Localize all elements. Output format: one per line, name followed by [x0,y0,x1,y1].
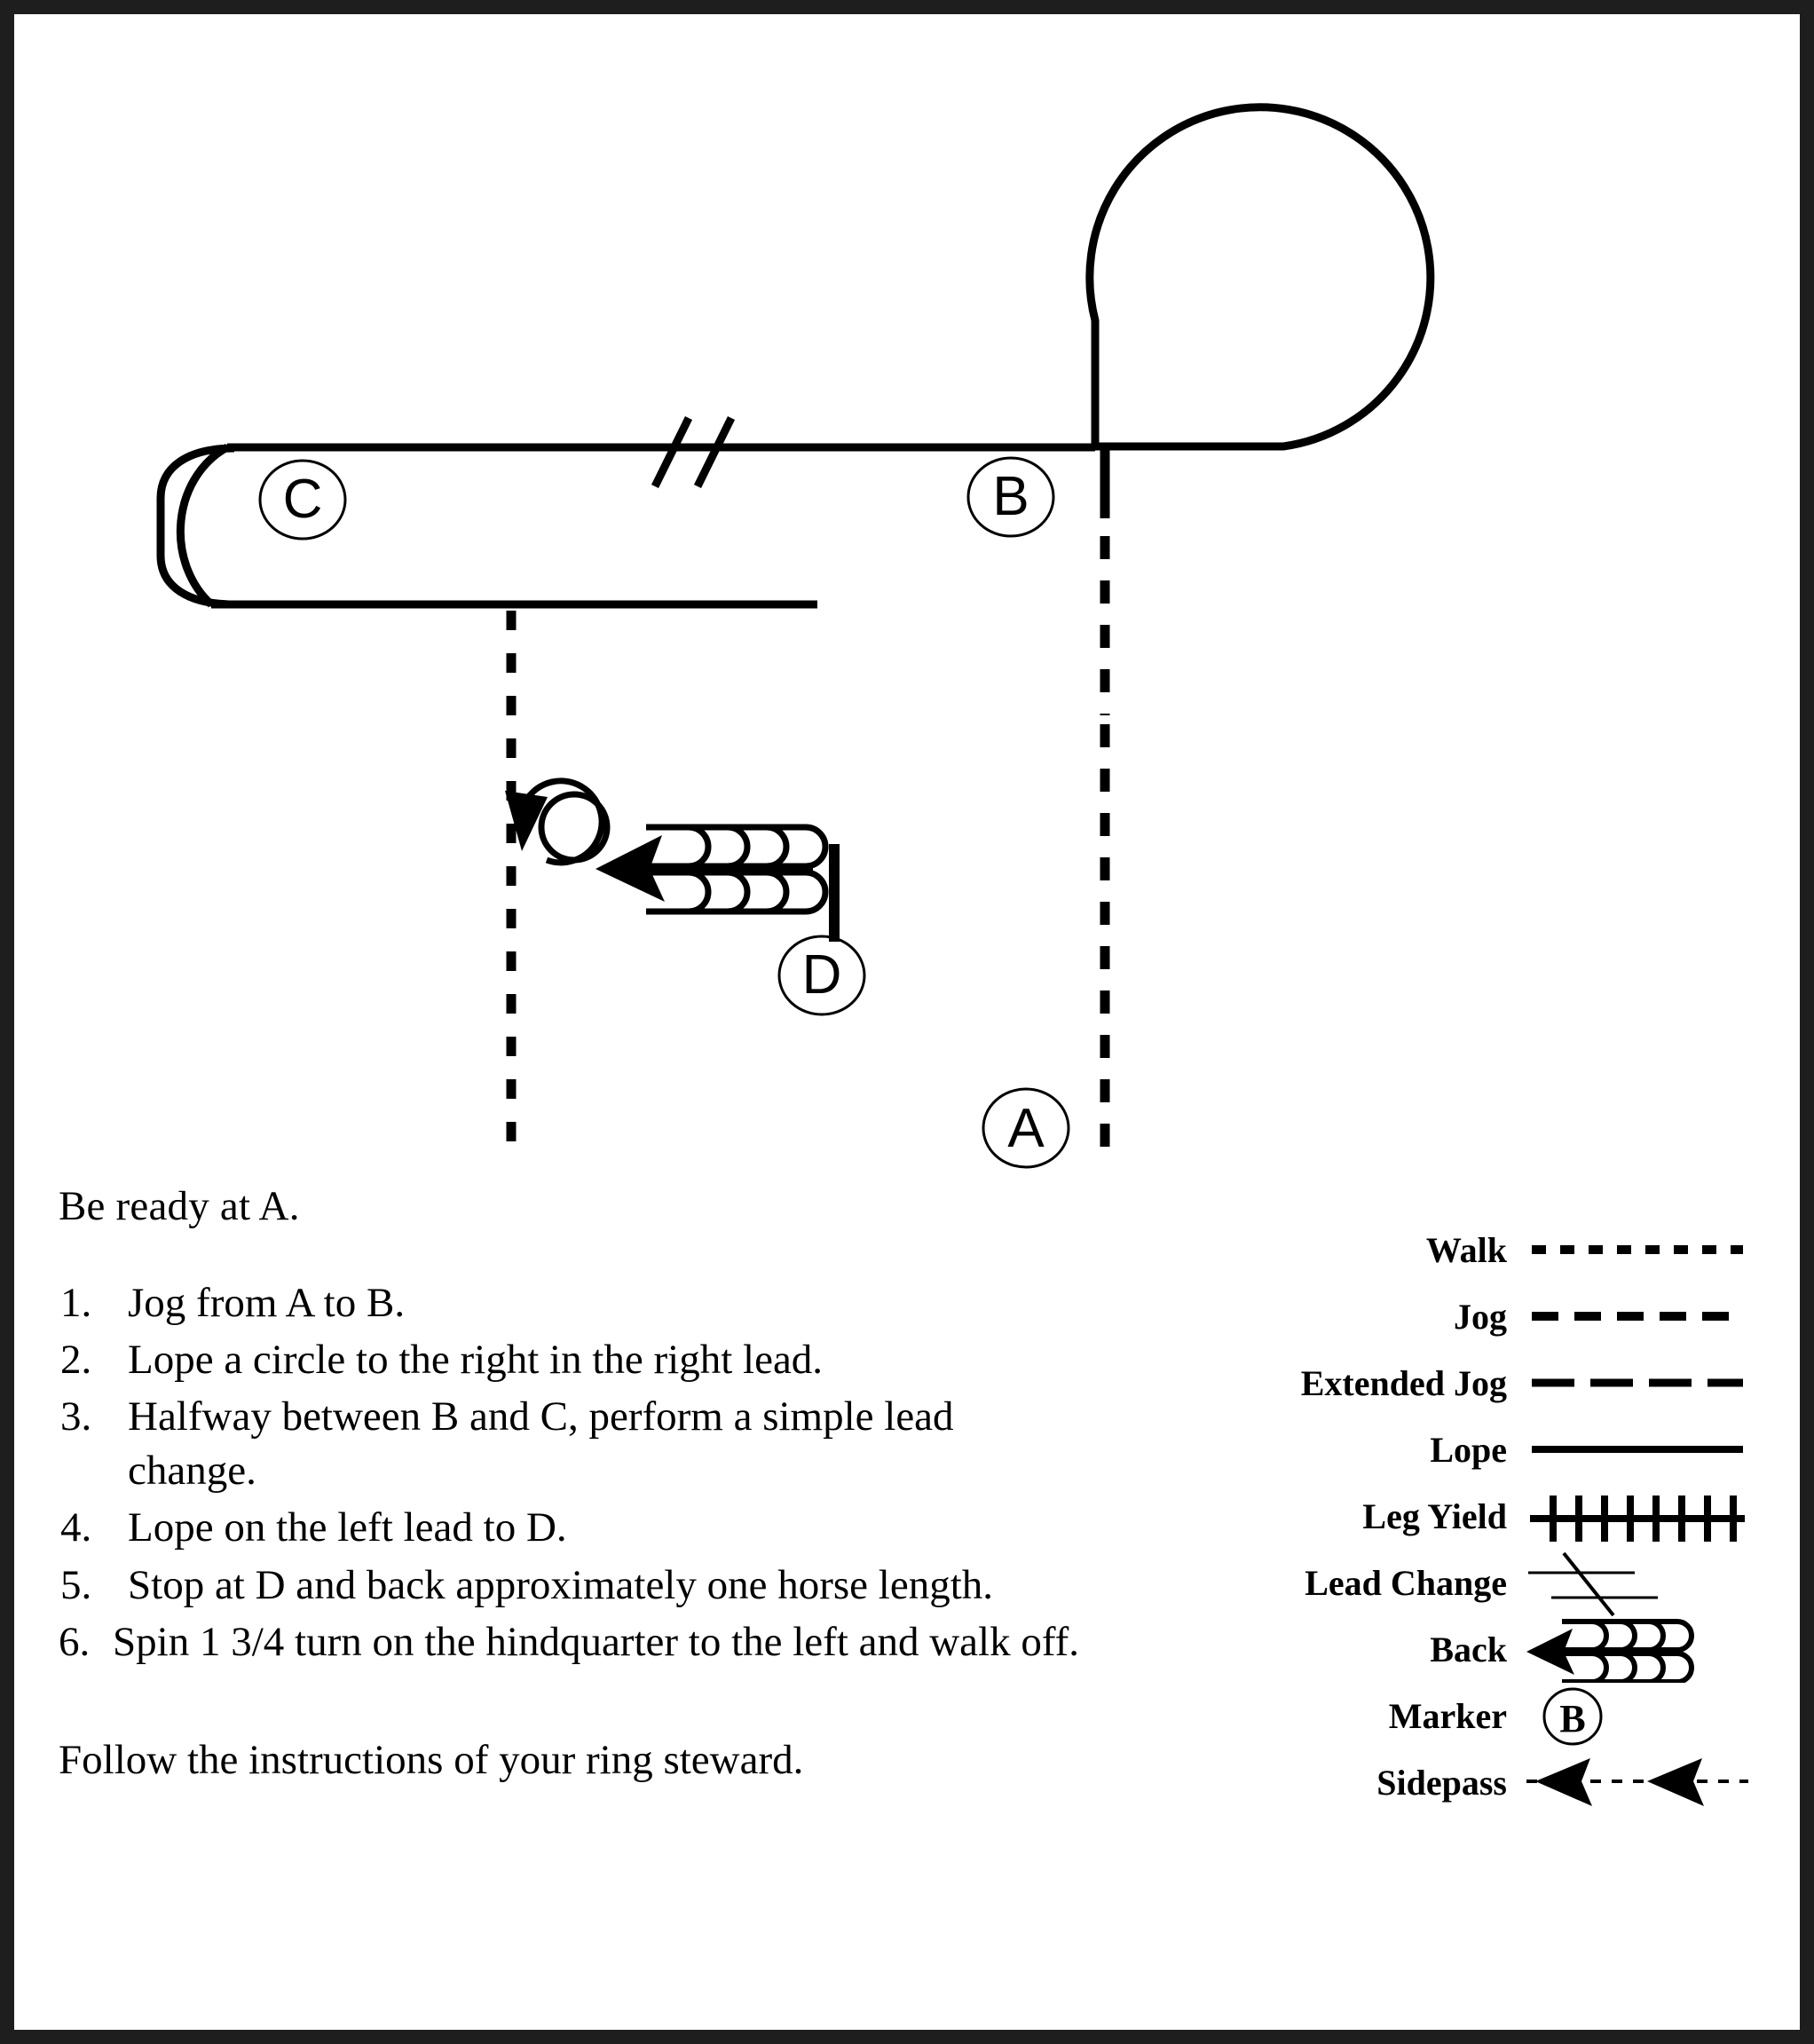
step-text: Lope on the left lead to D. [128,1504,567,1551]
list-item: 3. Halfway between B and C, perform a si… [59,1390,1088,1498]
legend-label: Leg Yield [1362,1496,1507,1536]
marker-example-label: B [1559,1697,1585,1740]
list-item: 6. Spin 1 3/4 turn on the hindquarter to… [59,1615,1088,1669]
legend-label: Lope [1430,1430,1507,1470]
legend-label: Lead Change [1305,1563,1507,1603]
back-icon [1526,1616,1748,1683]
marker-a: A [982,1087,1070,1169]
step-number: 2. [60,1337,92,1384]
page-frame: B C D A Be ready at A. 1. Jog from A to … [0,0,1814,2044]
marker-icon: B [1526,1683,1748,1749]
step-number: 6. [59,1618,91,1665]
legend-row-lead-change: Lead Change [1180,1550,1748,1616]
step-number: 5. [60,1561,92,1608]
list-item: 5. Stop at D and back approximately one … [59,1559,1088,1613]
lope-path [176,103,1435,609]
legend-row-back: Back [1180,1616,1748,1683]
steps-list: 1. Jog from A to B. 2. Lope a circle to … [59,1276,1088,1669]
marker-b: B [966,456,1055,538]
legend-label: Extended Jog [1300,1363,1507,1403]
marker-c-label: C [283,469,323,530]
marker-c: C [258,459,347,541]
step-text: Lope a circle to the right in the right … [128,1337,824,1384]
leg-yield-icon [1526,1483,1748,1550]
marker-a-label: A [1007,1098,1045,1159]
legend-label: Walk [1425,1230,1507,1270]
list-item: 1. Jog from A to B. [59,1276,1088,1330]
legend-row-lope: Lope [1180,1417,1748,1483]
step-text: Stop at D and back approximately one hor… [128,1561,993,1608]
sidepass-icon [1526,1749,1748,1816]
lope-line-icon [1526,1417,1748,1483]
jog-line-icon [1526,1283,1748,1350]
legend-row-sidepass: Sidepass [1180,1749,1748,1816]
legend-row-extended-jog: Extended Jog [1180,1350,1748,1417]
lead-in-text: Be ready at A. [59,1183,300,1229]
pattern-diagram: B C D A [156,103,1435,1169]
extended-jog-line-icon [1526,1350,1748,1417]
lead-change-icon [1526,1550,1748,1616]
walk-line-icon [1526,1217,1748,1283]
step-number: 3. [60,1393,92,1440]
step-text: Spin 1 3/4 turn on the hindquarter to th… [113,1618,1080,1665]
instructions-block: Be ready at A. 1. Jog from A to B. 2. Lo… [59,1182,1088,1785]
step-number: 1. [60,1280,92,1327]
legend-row-marker: Marker B [1180,1683,1748,1749]
marker-d-label: D [802,944,842,1006]
legend: Walk Jog Extended Jog Lope Leg Yield Lea… [1180,1217,1748,1816]
list-item: 4. Lope on the left lead to D. [59,1501,1088,1555]
lead-change-slashes-icon [651,416,736,488]
legend-label: Marker [1388,1696,1507,1736]
legend-row-jog: Jog [1180,1283,1748,1350]
step-text: Jog from A to B. [128,1280,406,1327]
pattern-sheet: B C D A Be ready at A. 1. Jog from A to … [12,12,1802,2032]
stop-bar [829,844,840,942]
step-number: 4. [60,1504,92,1551]
legend-label: Jog [1454,1297,1507,1337]
closing-text: Follow the instructions of your ring ste… [59,1736,804,1783]
legend-label: Sidepass [1376,1763,1507,1803]
step-text: Halfway between B and C, perform a simpl… [128,1393,954,1495]
marker-d: D [777,935,866,1016]
legend-row-walk: Walk [1180,1217,1748,1283]
legend-row-leg-yield: Leg Yield [1180,1483,1748,1550]
spin-symbol [524,777,611,866]
legend-label: Back [1430,1630,1507,1669]
marker-b-label: B [992,466,1029,527]
list-item: 2. Lope a circle to the right in the rig… [59,1333,1088,1387]
